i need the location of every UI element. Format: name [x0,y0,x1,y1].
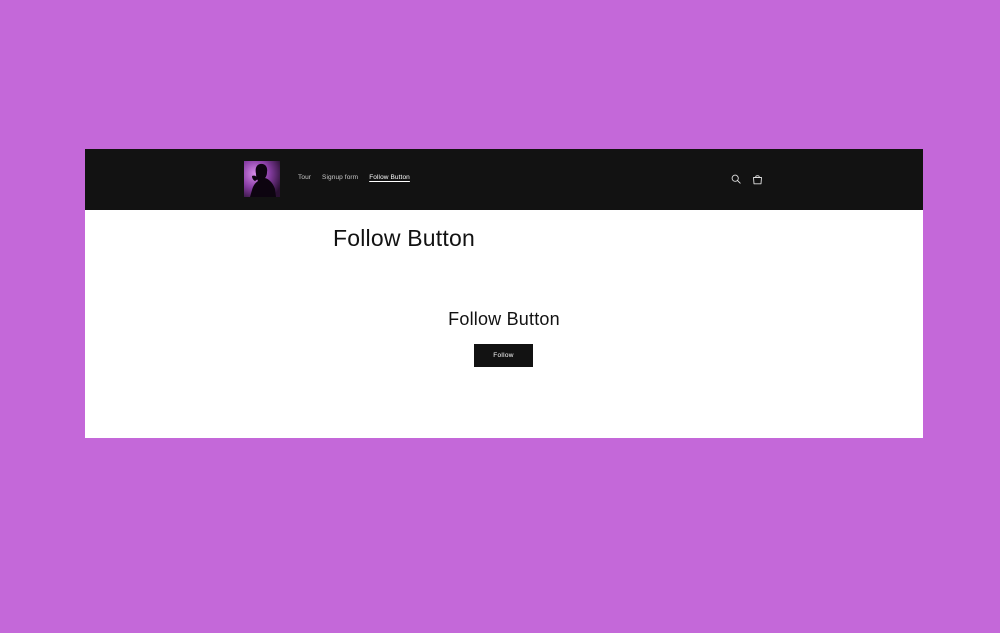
follow-section: Follow Button Follow [85,307,923,367]
silhouette-logo-icon[interactable] [244,161,280,197]
page-title: Follow Button [333,225,475,251]
site-header: Tour Signup form Follow Button [85,149,923,210]
section-heading: Follow Button [448,309,560,329]
nav-item-follow-button[interactable]: Follow Button [369,173,410,183]
cart-icon[interactable] [751,173,763,185]
follow-button[interactable]: Follow [474,344,533,367]
nav-item-tour[interactable]: Tour [298,173,311,183]
header-icons [730,173,763,185]
store-page: Tour Signup form Follow Button Follow Bu… [85,149,923,438]
search-icon[interactable] [730,173,742,185]
main-navigation: Tour Signup form Follow Button [298,173,421,183]
nav-item-signup-form[interactable]: Signup form [322,173,358,183]
